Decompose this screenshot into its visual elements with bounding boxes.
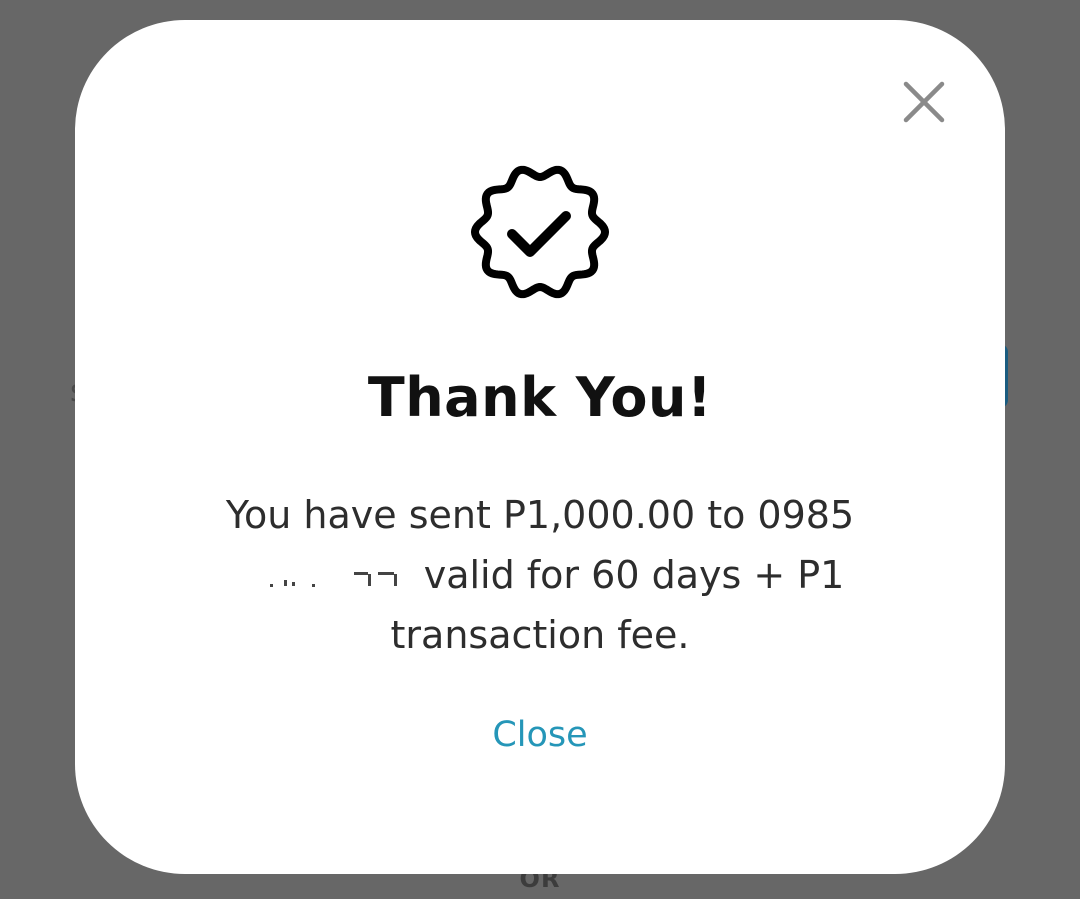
message-line-2: valid for 60 days + P1 <box>200 545 880 605</box>
verified-badge-check-icon <box>470 162 610 302</box>
redacted-text <box>236 558 412 592</box>
close-button[interactable]: Close <box>440 710 640 760</box>
dialog-title: Thank You! <box>367 366 713 429</box>
message-line-2-text: valid for 60 days + P1 <box>423 553 845 597</box>
confirmation-message: You have sent P1,000.00 to 0985 valid fo… <box>200 485 880 665</box>
success-dialog: Thank You! You have sent P1,000.00 to 09… <box>75 20 1005 874</box>
message-line-1: You have sent P1,000.00 to 0985 <box>225 493 855 537</box>
message-line-3: transaction fee. <box>390 613 690 657</box>
close-icon[interactable] <box>900 78 948 126</box>
